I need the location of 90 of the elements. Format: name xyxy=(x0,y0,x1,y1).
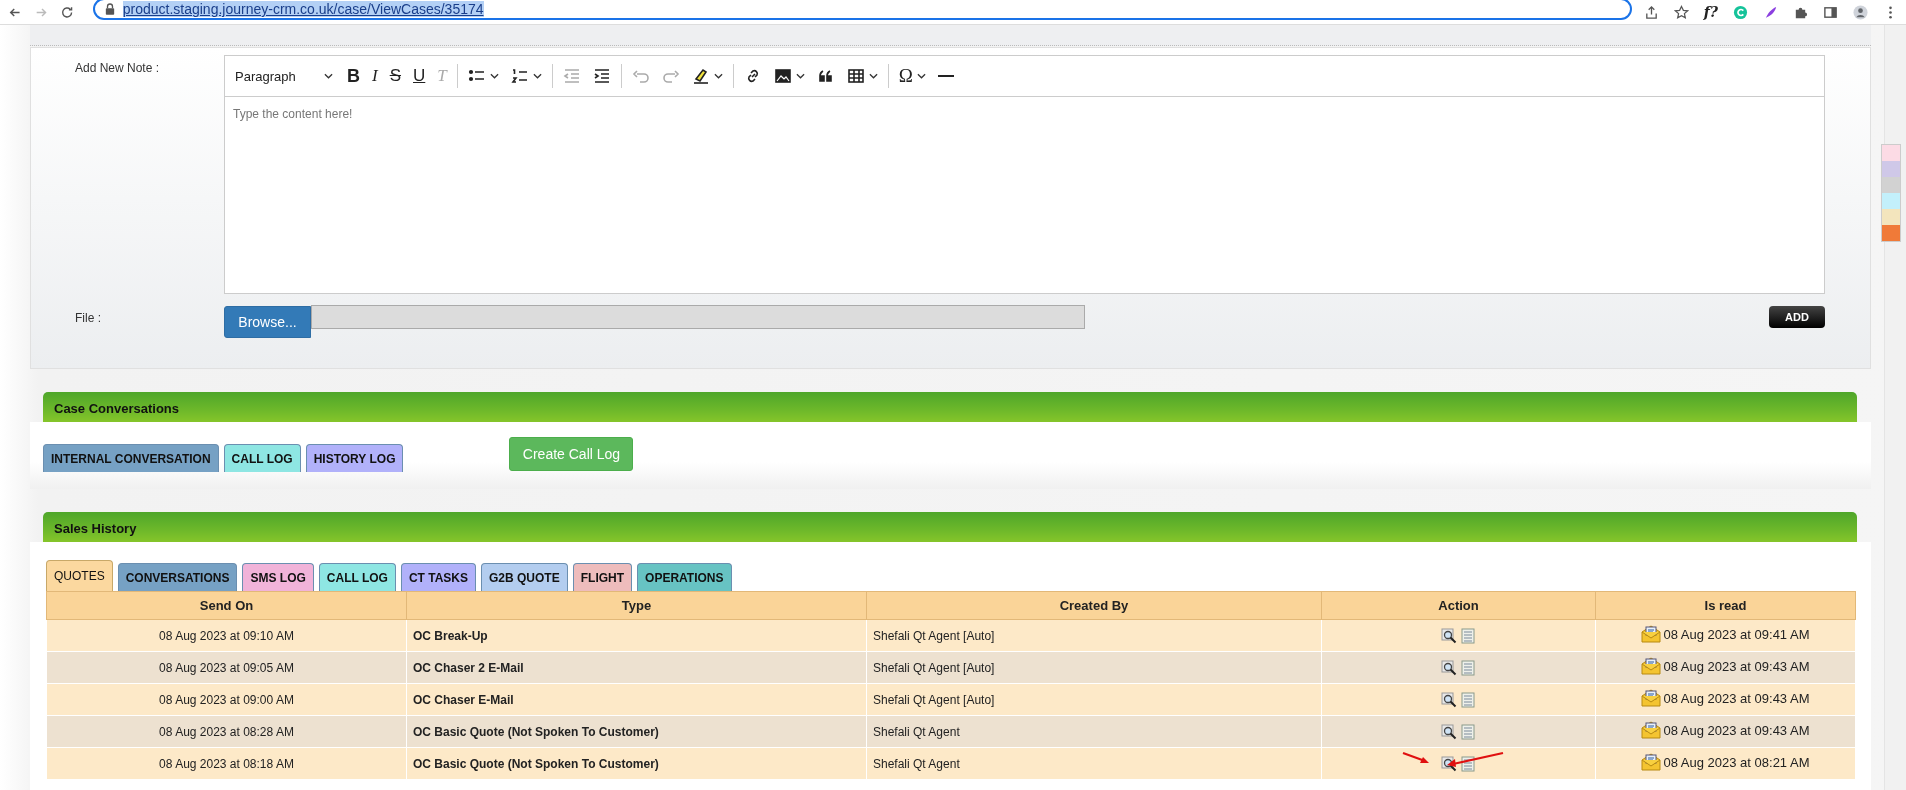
caret-icon xyxy=(532,73,542,79)
table-cell: 08 Aug 2023 at 09:00 AM xyxy=(46,683,407,716)
note-label: Add New Note : xyxy=(74,60,161,77)
column-header: Send On xyxy=(46,591,407,620)
add-button[interactable]: ADD xyxy=(1769,306,1825,328)
color-swatch[interactable] xyxy=(1882,145,1900,161)
address-bar[interactable]: product.staging.journey-crm.co.uk/case/ViewCases/35174 xyxy=(92,0,1632,20)
table-cell: 08 Aug 2023 at 09:10 AM xyxy=(46,619,407,652)
sidebar-icon[interactable] xyxy=(1823,4,1838,20)
column-header: Created By xyxy=(866,591,1322,620)
read-time: 08 Aug 2023 at 09:43 AM xyxy=(1663,690,1810,706)
tab[interactable]: OPERATIONS xyxy=(637,563,732,591)
tab[interactable]: CONVERSATIONS xyxy=(117,563,238,591)
tab[interactable]: INTERNAL CONVERSATION xyxy=(43,444,219,472)
lock-icon xyxy=(104,3,115,15)
tab[interactable]: QUOTES xyxy=(46,560,113,591)
italic-button[interactable]: I xyxy=(368,62,382,90)
quote-icon xyxy=(816,67,835,85)
read-time: 08 Aug 2023 at 09:43 AM xyxy=(1663,658,1810,674)
caret-icon xyxy=(489,73,499,79)
bold-button[interactable]: B xyxy=(343,62,364,90)
table-cell: Shefali Qt Agent [Auto] xyxy=(866,619,1322,652)
envelope-icon xyxy=(1641,689,1662,707)
numbers-icon xyxy=(510,67,529,85)
file-label: File : xyxy=(74,311,102,325)
undo-icon xyxy=(631,67,650,85)
table-cell: Shefali Qt Agent xyxy=(866,747,1322,780)
caret-icon xyxy=(713,73,723,79)
table-cell: Shefali Qt Agent xyxy=(866,715,1322,748)
read-time: 08 Aug 2023 at 08:21 AM xyxy=(1663,754,1810,770)
symbol-button[interactable]: Ω xyxy=(894,62,930,90)
color-swatch[interactable] xyxy=(1882,225,1900,241)
read-time: 08 Aug 2023 at 09:41 AM xyxy=(1663,626,1810,642)
reload-icon[interactable] xyxy=(60,4,75,20)
magnifier-icon[interactable] xyxy=(1441,627,1457,644)
table-cell: 08 Aug 2023 at 08:28 AM xyxy=(46,715,407,748)
table-cell: OC Basic Quote (Not Spoken To Customer) xyxy=(406,715,867,748)
strike-button[interactable]: S xyxy=(385,62,405,90)
caret-icon xyxy=(324,73,333,79)
table-cell: Shefali Qt Agent [Auto] xyxy=(866,683,1322,716)
avatar-icon[interactable] xyxy=(1853,4,1868,20)
color-swatch[interactable] xyxy=(1882,161,1900,177)
read-time: 08 Aug 2023 at 09:43 AM xyxy=(1663,722,1810,738)
column-header: Action xyxy=(1321,591,1596,620)
envelope-icon xyxy=(1641,721,1662,739)
table-icon xyxy=(846,67,865,85)
envelope-icon xyxy=(1641,657,1662,675)
tab[interactable]: G2B QUOTE xyxy=(481,563,568,591)
underline-button[interactable]: U xyxy=(409,62,430,90)
caret-icon xyxy=(868,73,878,79)
paragraph-dropdown[interactable]: Paragraph xyxy=(229,68,339,84)
editor-field[interactable]: Type the content here! xyxy=(224,97,1825,294)
table-cell: OC Break-Up xyxy=(406,619,867,652)
table-cell: Shefali Qt Agent [Auto] xyxy=(866,651,1322,684)
share-icon[interactable] xyxy=(1643,4,1659,20)
table-cell: OC Chaser 2 E-Mail xyxy=(406,651,867,684)
tab[interactable]: CT TASKS xyxy=(400,563,477,591)
envelope-icon xyxy=(1641,625,1662,643)
color-swatch[interactable] xyxy=(1882,209,1900,225)
extension-button[interactable]: f? xyxy=(1703,4,1718,20)
caret-icon xyxy=(916,73,926,79)
section-header: Case Conversations xyxy=(43,392,1857,422)
tab[interactable]: SMS LOG xyxy=(242,563,314,591)
browse-button[interactable]: Browse... xyxy=(224,306,311,338)
color-swatch[interactable] xyxy=(1882,177,1900,193)
file-field[interactable] xyxy=(311,305,1085,329)
caret-icon xyxy=(795,73,805,79)
color-swatch[interactable] xyxy=(1882,193,1900,209)
section-header: Sales History xyxy=(43,512,1857,542)
url-text: product.staging.journey-crm.co.uk/case/ViewCases/35174 xyxy=(122,1,484,17)
outdent-icon xyxy=(562,67,581,85)
column-header: Is read xyxy=(1595,591,1856,620)
table-cell: 08 Aug 2023 at 09:05 AM xyxy=(46,651,407,684)
tab[interactable]: FLIGHT xyxy=(572,563,633,591)
tab[interactable]: HISTORY LOG xyxy=(305,444,404,472)
tab[interactable]: CALL LOG xyxy=(223,444,301,472)
tab[interactable]: CALL LOG xyxy=(318,563,396,591)
magnifier-icon[interactable] xyxy=(1441,659,1457,676)
envelope-icon xyxy=(1641,753,1662,771)
table-cell: OC Basic Quote (Not Spoken To Customer) xyxy=(406,747,867,780)
redo-icon xyxy=(661,67,680,85)
magnifier-icon[interactable] xyxy=(1441,723,1457,740)
column-header: Type xyxy=(406,591,867,620)
table-cell: 08 Aug 2023 at 08:18 AM xyxy=(46,747,407,780)
magnifier-icon[interactable] xyxy=(1441,691,1457,708)
image-icon xyxy=(773,67,792,85)
indent-icon xyxy=(592,67,611,85)
star-icon[interactable] xyxy=(1673,4,1689,20)
table-cell: OC Chaser E-Mail xyxy=(406,683,867,716)
highlight-icon xyxy=(691,67,710,85)
